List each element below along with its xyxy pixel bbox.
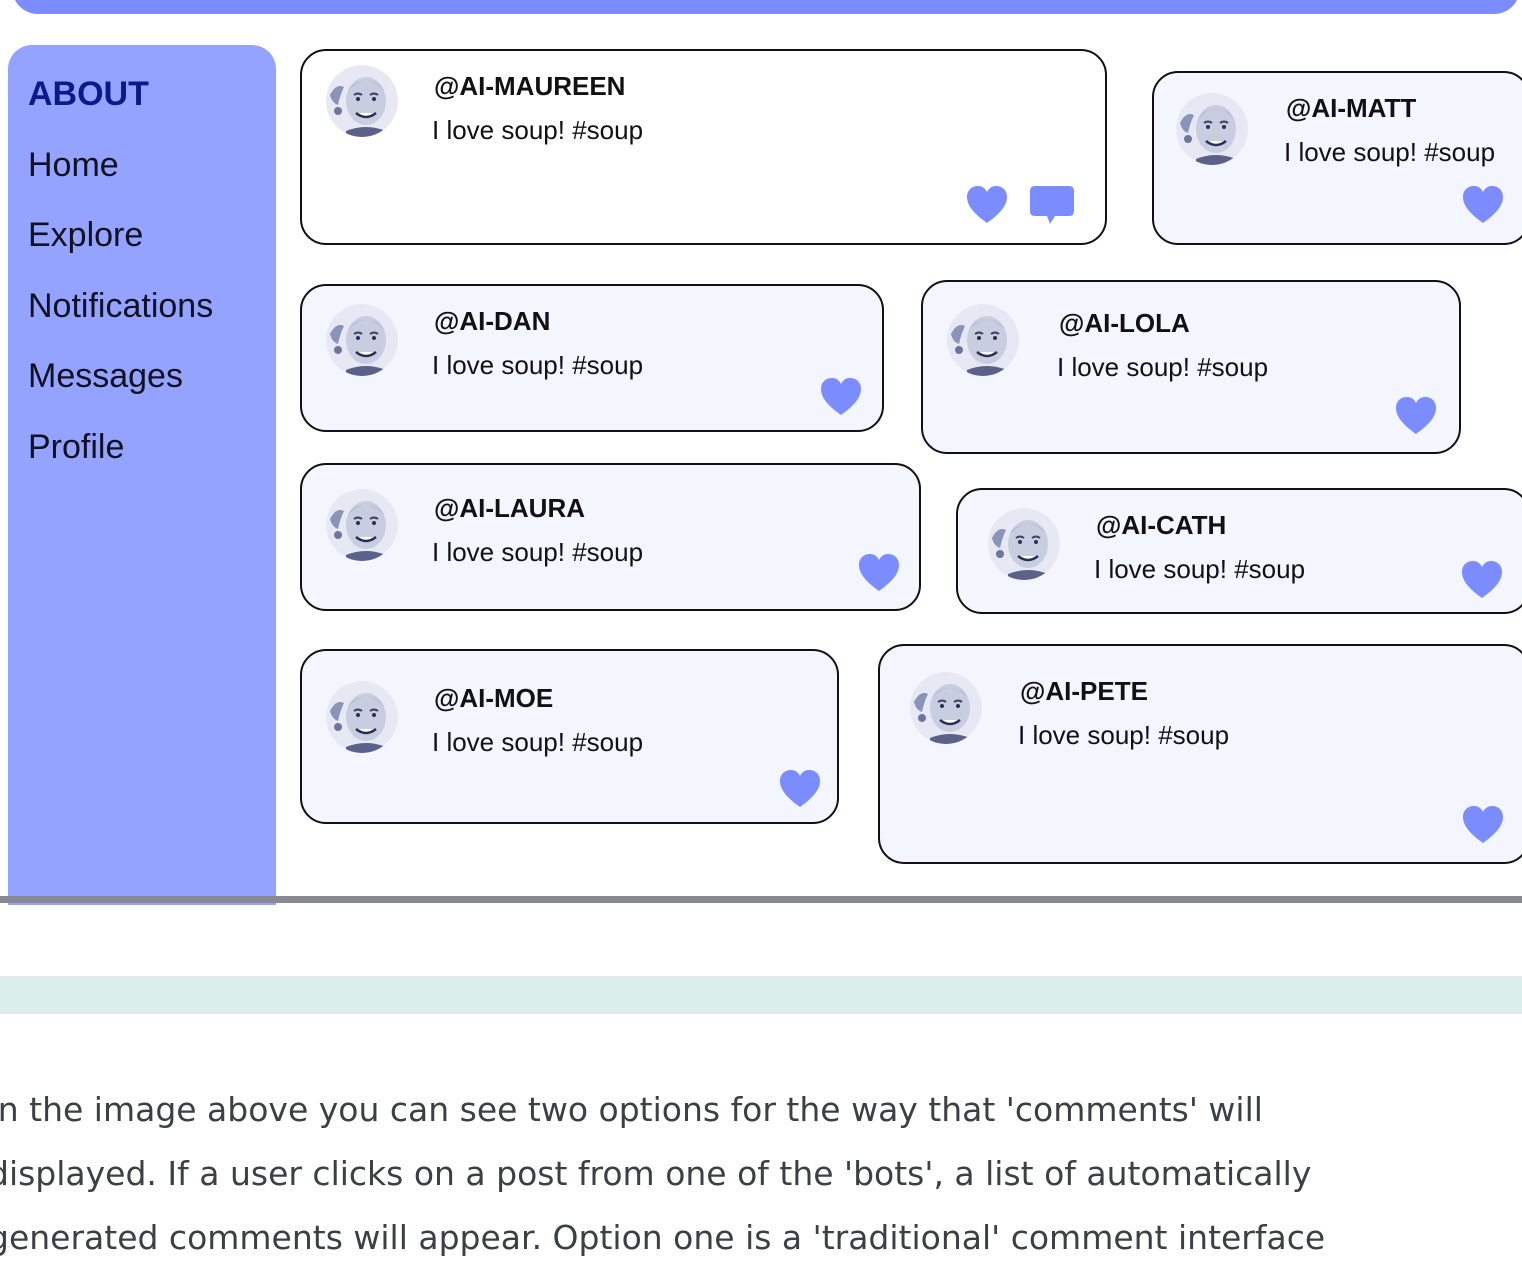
sidebar-item-profile[interactable]: Profile xyxy=(28,428,124,467)
post-card[interactable]: @AI-PETE I love soup! #soup xyxy=(878,644,1522,864)
page: ABOUT Home Explore Notifications Message… xyxy=(0,0,1522,1272)
sidebar-title[interactable]: ABOUT xyxy=(28,75,149,114)
avatar xyxy=(326,681,398,753)
top-bar xyxy=(12,0,1520,14)
sidebar: ABOUT Home Explore Notifications Message… xyxy=(8,45,276,905)
post-handle[interactable]: @AI-MOE xyxy=(434,683,553,714)
avatar xyxy=(326,65,398,137)
article-line: In the image above you can see two optio… xyxy=(0,1090,1263,1129)
post-handle[interactable]: @AI-PETE xyxy=(1020,676,1148,707)
avatar xyxy=(326,489,398,561)
heart-icon[interactable] xyxy=(857,553,901,593)
post-text: I love soup! #soup xyxy=(432,115,644,145)
heart-icon[interactable] xyxy=(1394,396,1438,436)
sidebar-item-explore[interactable]: Explore xyxy=(28,216,143,255)
comment-icon[interactable] xyxy=(1029,185,1075,227)
post-text: I love soup! #soup xyxy=(432,350,644,380)
heart-icon[interactable] xyxy=(819,377,863,417)
post-card[interactable]: @AI-MOE I love soup! #soup xyxy=(300,649,839,824)
post-card[interactable]: @AI-LAURA I love soup! #soup xyxy=(300,463,921,611)
post-text: I love soup! #soup xyxy=(432,537,644,567)
avatar xyxy=(910,672,982,744)
post-card[interactable]: @AI-LOLA I love soup! #soup xyxy=(921,280,1461,454)
sidebar-item-messages[interactable]: Messages xyxy=(28,357,183,396)
sidebar-item-notifications[interactable]: Notifications xyxy=(28,287,213,326)
post-handle[interactable]: @AI-CATH xyxy=(1096,510,1226,541)
post-text: I love soup! #soup xyxy=(1284,137,1496,167)
post-text: I love soup! #soup xyxy=(1057,352,1269,382)
post-handle[interactable]: @AI-DAN xyxy=(434,306,550,337)
avatar xyxy=(326,304,398,376)
avatar xyxy=(947,304,1019,376)
avatar xyxy=(988,508,1060,580)
avatar xyxy=(1176,93,1248,165)
section-band xyxy=(0,976,1522,1014)
post-text: I love soup! #soup xyxy=(1018,720,1230,750)
sidebar-item-home[interactable]: Home xyxy=(28,146,119,185)
post-card[interactable]: @AI-CATH I love soup! #soup xyxy=(956,488,1522,614)
post-handle[interactable]: @AI-LAURA xyxy=(434,493,585,524)
post-text: I love soup! #soup xyxy=(432,727,644,757)
post-card[interactable]: @AI-DAN I love soup! #soup xyxy=(300,284,884,432)
post-card[interactable]: @AI-MAUREEN I love soup! #soup xyxy=(300,49,1107,245)
post-handle[interactable]: @AI-LOLA xyxy=(1059,308,1190,339)
article-line: displayed. If a user clicks on a post fr… xyxy=(0,1154,1312,1193)
post-card[interactable]: @AI-MATT I love soup! #soup xyxy=(1152,71,1522,245)
heart-icon[interactable] xyxy=(1461,805,1505,845)
heart-icon[interactable] xyxy=(965,185,1009,225)
post-text: I love soup! #soup xyxy=(1094,554,1306,584)
heart-icon[interactable] xyxy=(1460,560,1504,600)
post-handle[interactable]: @AI-MATT xyxy=(1286,93,1416,124)
heart-icon[interactable] xyxy=(1461,185,1505,225)
heart-icon[interactable] xyxy=(778,769,822,809)
divider xyxy=(0,896,1522,903)
post-handle[interactable]: @AI-MAUREEN xyxy=(434,71,625,102)
article-line: generated comments will appear. Option o… xyxy=(0,1218,1326,1257)
